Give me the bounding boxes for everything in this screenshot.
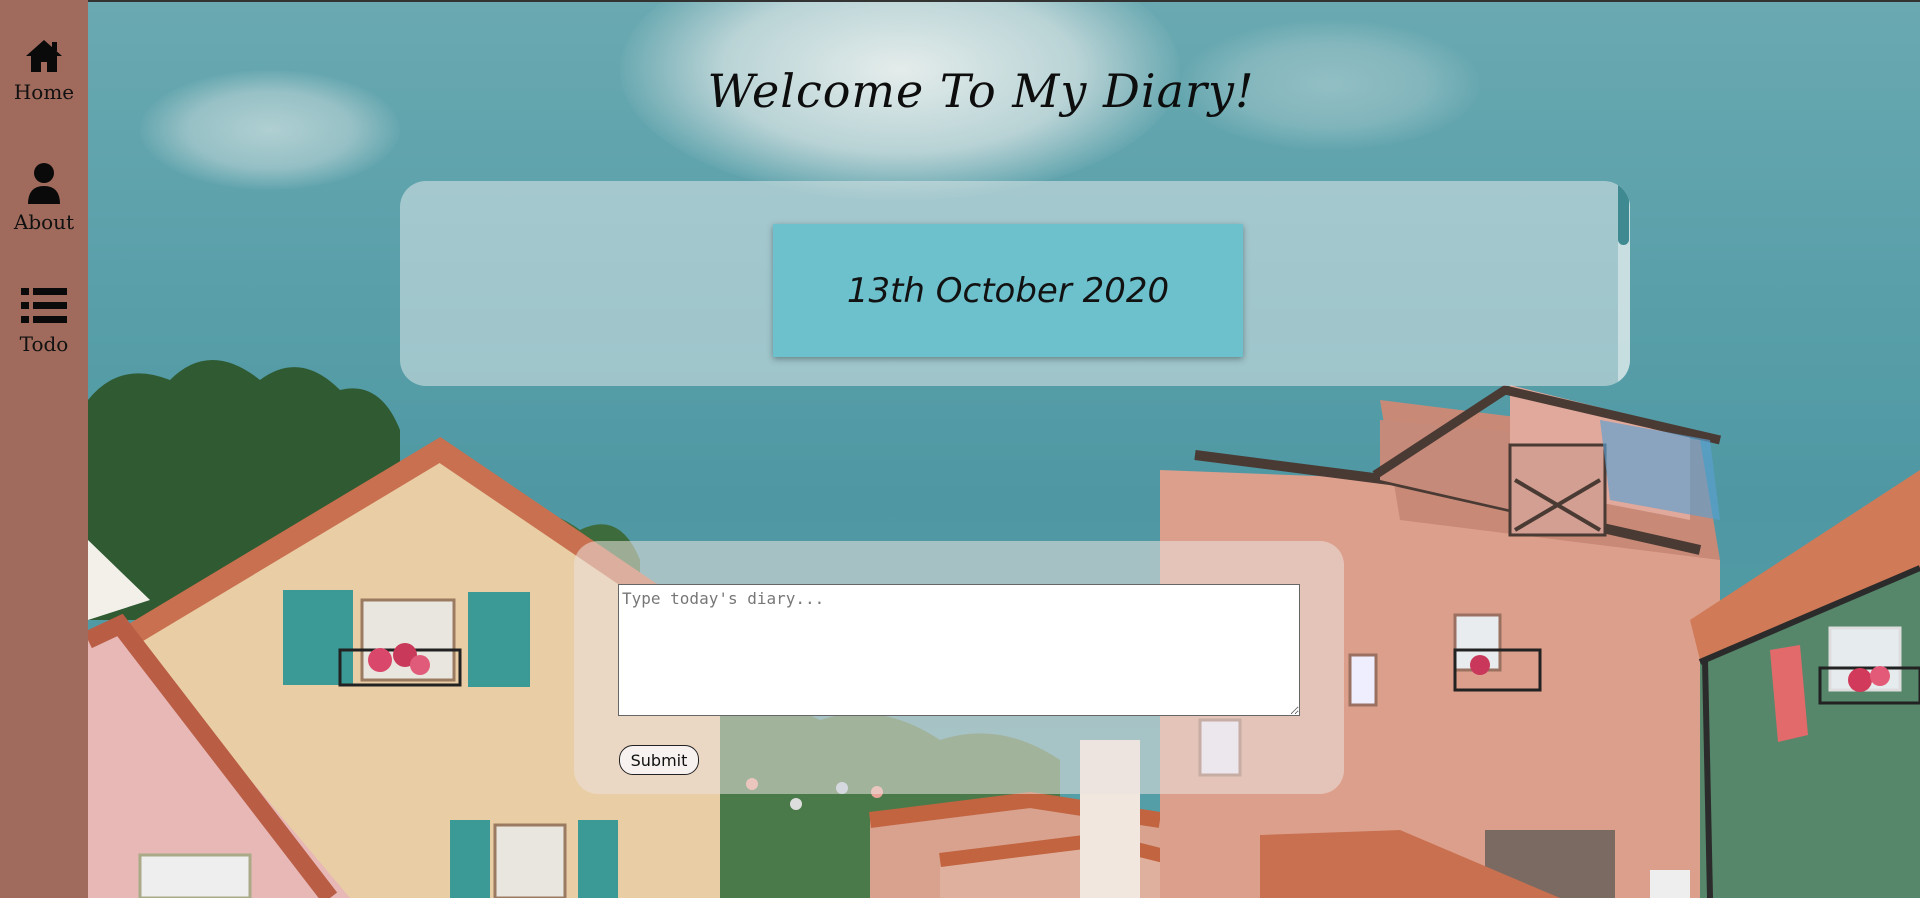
sidebar-item-label: Home: [13, 80, 75, 104]
scrollbar-track[interactable]: [1618, 181, 1630, 386]
sidebar-item-todo[interactable]: Todo: [0, 286, 88, 356]
list-icon: [0, 286, 88, 326]
sidebar-item-label: Todo: [19, 332, 69, 356]
diary-textarea[interactable]: [618, 584, 1300, 716]
home-icon: [0, 38, 88, 74]
sidebar: Home About Todo: [0, 0, 88, 898]
scrollbar-thumb[interactable]: [1618, 181, 1629, 245]
user-icon: [0, 162, 88, 204]
window-top-border: [0, 0, 1920, 2]
sidebar-item-home[interactable]: Home: [0, 38, 88, 104]
diary-entry-card[interactable]: 13th October 2020: [773, 224, 1243, 357]
sidebar-item-label: About: [13, 210, 75, 234]
submit-button[interactable]: Submit: [619, 745, 699, 775]
entry-date: 13th October 2020: [846, 270, 1170, 311]
sidebar-item-about[interactable]: About: [0, 162, 88, 234]
page-title: Welcome To My Diary!: [707, 64, 1255, 118]
